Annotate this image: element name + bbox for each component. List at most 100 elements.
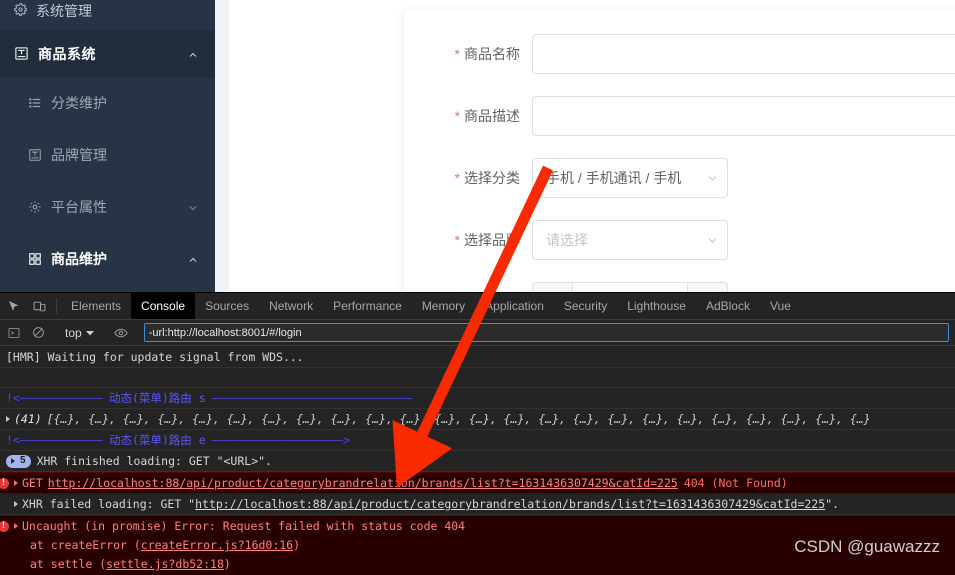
application-viewport: 系统管理 商品系统 分类维护 品牌管理 平台属性 商品维护 * 商品名称 * 商…	[0, 0, 955, 292]
chevron-down-icon	[706, 234, 719, 247]
route-dashes-left: ————————————	[19, 433, 103, 447]
tab-console[interactable]: Console	[131, 293, 196, 319]
sidebar-item-brand-management[interactable]: 品牌管理	[0, 129, 215, 181]
tab-lighthouse[interactable]: Lighthouse	[617, 293, 696, 319]
brand-placeholder: 请选择	[546, 232, 588, 248]
chevron-down-icon[interactable]	[187, 201, 199, 213]
live-expression-eye-icon[interactable]	[109, 322, 133, 344]
form-row-product-weight: *商品重量(Kg) − 0.000 +	[404, 282, 955, 292]
request-url-link[interactable]: http://localhost:88/api/product/category…	[195, 494, 825, 514]
brand-select[interactable]: 请选择	[532, 220, 728, 260]
stack-frame-prefix: at createError (	[30, 538, 141, 552]
console-message-text: Uncaught (in promise) Error: Request fai…	[22, 519, 466, 533]
xhr-group-badge[interactable]: 5	[6, 454, 31, 468]
tab-performance[interactable]: Performance	[323, 293, 412, 319]
form-label: * 选择品牌	[404, 230, 532, 250]
category-selected-value: 手机 / 手机通讯 / 手机	[546, 170, 682, 186]
console-stack-frame: at settle (settle.js?db52:18)	[0, 555, 955, 574]
chevron-down-icon	[85, 326, 94, 340]
form-row-product-description: * 商品描述	[404, 96, 955, 136]
stack-frame-link[interactable]: createError.js?16d0:16	[141, 536, 293, 555]
form-label: * 商品描述	[404, 106, 532, 126]
main-content: * 商品名称 * 商品描述 * 选择分类 手机 / 手机通讯 / 手机 * 选择…	[215, 0, 955, 292]
form-label-text: 商品名称	[464, 46, 520, 62]
required-asterisk: *	[454, 108, 460, 124]
tab-elements[interactable]: Elements	[61, 293, 131, 319]
product-weight-stepper: − 0.000 +	[532, 282, 728, 292]
required-asterisk: *	[454, 46, 460, 62]
tab-adblock[interactable]: AdBlock	[696, 293, 760, 319]
devtools-panel: Elements Console Sources Network Perform…	[0, 292, 955, 575]
tab-vue[interactable]: Vue	[760, 293, 801, 319]
expand-triangle-icon[interactable]	[14, 480, 18, 486]
form-row-product-name: * 商品名称	[404, 34, 955, 74]
console-message-text: [HMR] Waiting for update signal from WDS…	[6, 350, 304, 364]
sidebar-item-product-maintenance[interactable]: 商品维护	[0, 233, 215, 285]
sidebar-group-product-system[interactable]: 商品系统	[0, 30, 215, 77]
route-dashes-left: ————————————	[19, 391, 103, 405]
console-line-hmr: [HMR] Waiting for update signal from WDS…	[0, 347, 955, 368]
tab-application[interactable]: Application	[475, 293, 554, 319]
product-name-input[interactable]	[532, 34, 955, 74]
console-line-route-end: !< ———————————— 动态(菜单)路由 e ————————————————…	[0, 430, 955, 451]
product-description-input[interactable]	[532, 96, 955, 136]
sidebar-navigation: 系统管理 商品系统 分类维护 品牌管理 平台属性 商品维护	[0, 0, 215, 292]
form-label-text: 选择品牌	[464, 232, 520, 248]
form-label-text: 选择分类	[464, 170, 520, 186]
xhr-group-count: 5	[20, 455, 26, 466]
route-marker-prefix: !<	[6, 433, 20, 447]
sidebar-item-label: 平台属性	[51, 199, 107, 215]
sidebar-item-category-maintenance[interactable]: 分类维护	[0, 77, 215, 129]
tab-sources[interactable]: Sources	[195, 293, 259, 319]
sidebar-item-label: 分类维护	[51, 95, 107, 111]
array-length: (41)	[14, 412, 42, 426]
xhr-failed-prefix: XHR failed loading: GET "	[22, 497, 196, 511]
console-line-array[interactable]: (41) [{…}, {…}, {…}, {…}, {…}, {…}, {…},…	[0, 409, 955, 430]
console-toolbar: top -url:http://localhost:8001/#/login	[0, 320, 955, 346]
expand-triangle-icon[interactable]	[14, 523, 18, 529]
chevron-up-icon[interactable]	[187, 253, 199, 265]
execution-context-selector[interactable]: top	[59, 326, 100, 340]
stack-frame-suffix: )	[293, 538, 301, 552]
console-message-text: XHR finished loading: GET "<URL>".	[36, 454, 272, 468]
expand-triangle-icon[interactable]	[14, 501, 18, 507]
console-line-uncaught-error[interactable]: ! Uncaught (in promise) Error: Request f…	[0, 515, 955, 536]
sidebar-item-label: 系统管理	[36, 3, 92, 19]
sidebar-item-system-management[interactable]: 系统管理	[0, 0, 215, 22]
gear-icon	[14, 3, 27, 19]
stepper-decrement-button[interactable]: −	[533, 283, 573, 292]
execute-arrow-icon[interactable]	[2, 322, 26, 344]
array-preview: [{…}, {…}, {…}, {…}, {…}, {…}, {…}, {…},…	[46, 412, 871, 426]
sidebar-item-label: 品牌管理	[51, 147, 107, 163]
chevron-up-icon[interactable]	[187, 48, 199, 60]
device-toolbar-icon[interactable]	[26, 293, 52, 319]
console-line-route-start: !< ———————————— 动态(菜单)路由 s ————————————————…	[0, 388, 955, 409]
route-label: 动态(菜单)路由 e	[108, 433, 206, 447]
watermark-text: CSDN @guawazzz	[794, 537, 940, 556]
request-url-link[interactable]: http://localhost:88/api/product/category…	[48, 473, 678, 493]
required-asterisk: *	[454, 232, 460, 248]
tab-memory[interactable]: Memory	[412, 293, 475, 319]
product-form-card: * 商品名称 * 商品描述 * 选择分类 手机 / 手机通讯 / 手机 * 选择…	[404, 10, 955, 292]
route-dashes-right: —————————————————————————————	[211, 391, 413, 405]
stepper-value[interactable]: 0.000	[573, 283, 687, 292]
console-line-xhr-failed[interactable]: XHR failed loading: GET " http://localhos…	[0, 494, 955, 515]
tab-network[interactable]: Network	[259, 293, 323, 319]
form-label: * 选择分类	[404, 168, 532, 188]
sidebar-item-platform-attributes[interactable]: 平台属性	[0, 181, 215, 233]
form-row-select-brand: * 选择品牌 请选择	[404, 220, 955, 260]
form-label: * 商品名称	[404, 44, 532, 64]
stack-frame-link[interactable]: settle.js?db52:18	[106, 555, 224, 574]
required-asterisk: *	[454, 170, 460, 186]
console-filter-input[interactable]: -url:http://localhost:8001/#/login	[143, 323, 949, 342]
tab-security[interactable]: Security	[554, 293, 617, 319]
console-line-xhr-group[interactable]: 5 XHR finished loading: GET "<URL>".	[0, 451, 955, 472]
clear-console-icon[interactable]	[26, 322, 50, 344]
category-cascader-select[interactable]: 手机 / 手机通讯 / 手机	[532, 158, 728, 198]
console-line-request-error[interactable]: ! GET http://localhost:88/api/product/ca…	[0, 472, 955, 494]
cursor-inspect-icon[interactable]	[0, 293, 26, 319]
expand-triangle-icon[interactable]	[6, 416, 10, 422]
form-label-text: 商品描述	[464, 108, 520, 124]
stepper-increment-button[interactable]: +	[687, 283, 727, 292]
sidebar-group-label: 商品系统	[38, 45, 96, 62]
